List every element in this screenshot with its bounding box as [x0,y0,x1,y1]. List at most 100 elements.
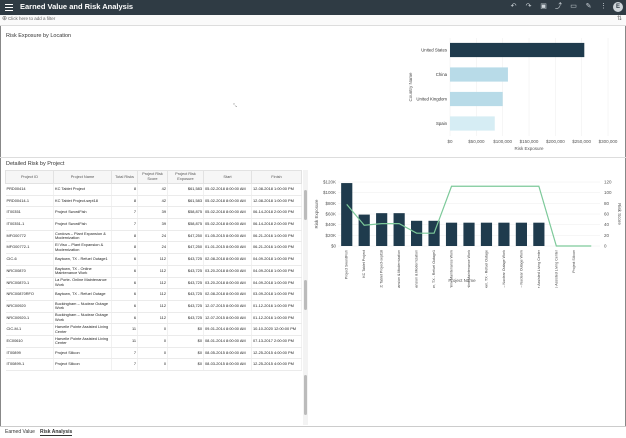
table-row[interactable]: IT00351-1 Project SwordFish 7 39 $58,875 05-0… [5,218,302,231]
table-row[interactable]: CIC-M-1 Harvelle Pointe Assisted Living C… [5,323,302,336]
table-row[interactable]: PRD00414-1 KC Tablet Project-sept18 8 42 $61… [5,195,302,208]
bar[interactable] [463,222,475,246]
tab-earned-value[interactable]: Earned Value [5,429,35,435]
table-cell: 10-10-2020 12:00:00 PM [251,323,302,336]
filter-bar[interactable]: ⊕ Click here to add a filter ⇅ [0,15,626,26]
y2-tick-label: 60 [604,212,610,217]
scrollbar-thumb[interactable] [304,375,307,415]
table-row[interactable]: IT00899 Project Silicon 7 0 $0 08-05-2015 8:0… [5,347,302,360]
table-row[interactable]: NRC00920-1 Buckingham – Nuclear Outage Wo… [5,312,302,325]
x-tick-label: Harvelle Pointe Assisted Living Center [537,249,541,288]
column-header[interactable]: Start [203,170,252,184]
table-row[interactable]: PRD00414 KC Tablet Project 8 42 $61,583 05-02… [5,183,302,196]
table-row[interactable]: NRC00920 Buckingham – Nuclear Outage Work… [5,300,302,313]
bar[interactable] [450,67,508,82]
table-row[interactable]: IT00899-1 Project Silicon 7 0 $0 08-03-2015 8… [5,358,302,371]
save-icon[interactable]: ▣ [539,2,548,12]
column-header[interactable]: Project Risk Exposure [167,170,204,184]
column-header[interactable]: Finish [251,170,302,184]
add-filter-icon[interactable]: ⊕ [2,15,7,22]
table-cell: $0 [167,335,204,348]
table-cell: NRC00920 [5,300,54,313]
x-axis-label: Risk Exposure [514,146,544,151]
x-tick-label: $200,000 [546,139,565,144]
column-header[interactable]: Project ID [5,170,54,184]
bar[interactable] [358,214,370,246]
table-cell: $61,583 [167,195,204,208]
table-cell: 07-13-2017 2:00:00 PM [251,335,302,348]
table-cell: 112 [137,277,168,290]
table-cell: 8 [111,183,138,196]
table-cell: 01-12-2016 1:00:00 PM [251,300,302,313]
y2-tick-label: 120 [604,180,612,185]
y2-tick-label: 40 [604,222,610,227]
table-cell: 42 [137,195,168,208]
bar[interactable] [341,183,353,246]
tab-risk-analysis[interactable]: Risk Analysis [40,429,73,436]
bar[interactable] [515,222,527,246]
bar[interactable] [376,213,388,246]
settings-icon[interactable]: ✎ [584,2,593,12]
table-cell: Baytown, TX - Online Maintenance Work [53,265,112,278]
bar[interactable] [533,222,545,246]
x-tick-label: Project SwordFish [345,250,349,279]
redo-icon[interactable]: ↷ [524,2,533,12]
table-cell: $43,725 [167,312,204,325]
table-cell: 06-14-2018 2:00:00 PM [251,206,302,220]
table-row[interactable]: MFG00772-1 El Viso – Plant Expansion & Mo… [5,241,302,255]
bar[interactable] [450,42,585,58]
table-row[interactable]: NRC00870RFO Baytown, TX - Refuel Outage 6 1… [5,288,302,301]
table-row[interactable]: CIC-6 Baytown, TX - Refuel Outage1 6 112 $43… [5,253,302,266]
table-cell: 05-02-2018 8:00:00 AM [203,183,252,196]
category-label: United States [421,48,447,53]
scrollbar-thumb[interactable] [304,280,307,310]
table-cell: 11 [111,335,138,348]
bar[interactable] [445,222,458,246]
bar[interactable] [498,222,510,246]
table-cell: 112 [137,288,168,301]
bar[interactable] [450,91,503,107]
x-tick-label: Project Silicon [572,250,576,273]
table-row[interactable]: EC00610 Harvelle Pointe Assisted Living C… [5,335,302,348]
more-icon[interactable]: ⋮ [599,2,608,12]
table-cell: IT00351 [5,206,54,220]
filter-options-icon[interactable]: ⇅ [617,15,622,22]
bar[interactable] [450,116,495,131]
undo-icon[interactable]: ↶ [509,2,518,12]
table-scrollbar[interactable] [303,170,308,425]
column-header[interactable]: Project Name [53,170,112,184]
table-row[interactable]: IT00351 Project SwordFish 7 39 $58,875 05-02-… [5,206,302,220]
x-tick-label: Harvelle Pointe Assisted Living Center [554,249,558,288]
table-cell: 39 [137,206,168,220]
avatar[interactable]: E [613,2,623,12]
present-icon[interactable]: ▭ [569,2,578,12]
table-row[interactable]: MFG00772 Cordova – Plant Expansion & Mode… [5,230,302,243]
table-cell: Baytown, TX - Refuel Outage1 [53,253,112,266]
filter-placeholder[interactable]: Click here to add a filter [8,16,55,21]
toolbar-icons: ↶ ↷ ▣ ⤴ ▭ ✎ ⋮ [509,2,608,12]
table-cell: 6 [111,277,138,290]
table-cell: Project SwordFish [53,218,112,231]
share-icon[interactable]: ⤴ [554,2,563,12]
column-header[interactable]: Total Risks [111,170,138,184]
table-cell: 112 [137,265,168,278]
bar[interactable] [393,213,405,246]
table-cell: $0 [167,358,204,371]
table-row[interactable]: NRC00870 Baytown, TX - Online Maintenance… [5,265,302,278]
table-cell: $43,725 [167,288,204,301]
hamburger-menu-icon[interactable] [5,4,13,11]
table-cell: $0 [167,347,204,360]
table-cell: 7 [111,218,138,231]
table-cell: Project Silicon [53,347,112,360]
table-cell: 7 [111,206,138,220]
table-cell: NRC00870-1 [5,277,54,290]
scrollbar-thumb[interactable] [304,190,307,220]
table-cell: Harvelle Pointe Assisted Living Center [53,323,112,336]
resize-handle-icon[interactable]: ⤡ [233,103,237,109]
y-tick-label: $120K [323,180,336,185]
table-row[interactable]: NRC00870-1 La Porte- Online Maintenance W… [5,277,302,290]
column-header[interactable]: Project Risk Score [137,170,168,184]
x-axis-label: Project Name [448,278,476,283]
x-tick-label: $50,000 [468,139,485,144]
bar[interactable] [480,222,493,246]
